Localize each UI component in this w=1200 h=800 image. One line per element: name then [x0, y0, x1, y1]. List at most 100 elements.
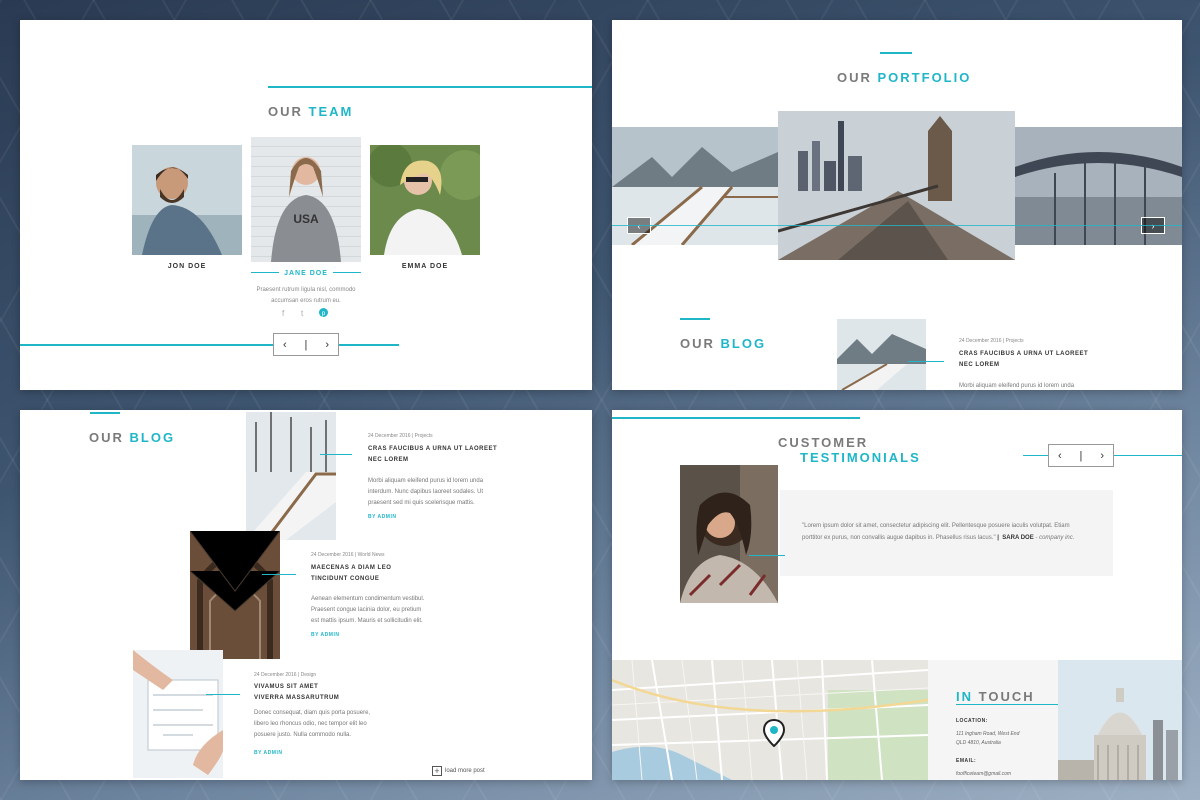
team-next-button[interactable]: ›: [325, 339, 329, 351]
blog-title-a: OUR: [89, 430, 124, 445]
member-photo: [368, 143, 490, 255]
post-3-title[interactable]: VIVAMUS SIT AMET VIVERRA MASSARUTRUM: [254, 682, 339, 704]
post-3-text-2: libero leo rhoncus odio, nec tempor elit…: [254, 721, 367, 727]
blog-preview-image[interactable]: [837, 319, 926, 390]
team-title: OUR TEAM: [268, 104, 353, 119]
post-1-title-line-2: NEC LOREM: [368, 457, 409, 463]
email-label: EMAIL:: [956, 758, 977, 764]
post-3-title-line-1: VIVAMUS SIT AMET: [254, 684, 319, 690]
post-2-author-link[interactable]: BY ADMIN: [311, 632, 339, 638]
team-title-b: TEAM: [308, 104, 354, 119]
blog-preview-title-b: BLOG: [720, 336, 767, 351]
post-1-title-line-1: CRAS FAUCIBUS A URNA UT LAOREET: [368, 446, 498, 452]
title-accent-line: [612, 417, 860, 419]
blog-panel: OUR BLOG 24 December 2016 | Projects CRA…: [20, 410, 592, 780]
team-member-2[interactable]: USA: [251, 137, 361, 262]
portfolio-accent-line: [612, 225, 1182, 226]
team-member-1[interactable]: [132, 145, 242, 255]
member-name-3: EMMA DOE: [401, 263, 449, 270]
blog-title-b: BLOG: [129, 430, 176, 445]
pager-line-right: [1114, 455, 1182, 456]
contact-title-a: IN: [956, 689, 973, 704]
post-1-excerpt: Morbi aliquam eleifend purus id lorem un…: [368, 476, 483, 509]
team-member-3[interactable]: [368, 143, 490, 255]
post-3-text-3: posuere justo. Nulla commodo nulla.: [254, 732, 352, 738]
blog-post-1-image[interactable]: [246, 412, 336, 540]
testimonials-next-button[interactable]: ›: [1100, 450, 1104, 462]
map[interactable]: [612, 659, 929, 780]
testimonials-pager: ‹ | ›: [1048, 444, 1114, 467]
quote-accent-line: [749, 555, 785, 556]
blog-preview-line: [908, 361, 944, 362]
portfolio-title-a: OUR: [837, 70, 872, 85]
bio-line-1: Praesent rutrum ligula nisl, commodo: [256, 287, 356, 293]
post-2-title-line-1: MAECENAS A DIAM LEO: [311, 565, 392, 571]
pager-line-left: [1023, 455, 1048, 456]
svg-text:p: p: [322, 310, 326, 317]
title-accent-line: [268, 86, 592, 88]
member-bio: Praesent rutrum ligula nisl, commodo acc…: [241, 285, 371, 307]
pager-line-left: [20, 344, 273, 346]
blog-preview-excerpt: Morbi aliquam eleifend purus id lorem un…: [959, 383, 1075, 389]
post-1-author-link[interactable]: BY ADMIN: [368, 514, 396, 520]
post-1-line: [320, 454, 352, 455]
post-title-line-2: NEC LOREM: [959, 362, 1000, 368]
blog-preview-post-title[interactable]: CRAS FAUCIBUS A URNA UT LAOREET NEC LORE…: [959, 349, 1088, 371]
post-3-meta: 24 December 2016 | Design: [254, 672, 317, 678]
portfolio-panel: OUR PORTFOLIO ‹ › OUR BLOG: [612, 20, 1182, 390]
load-more-label: load more post: [445, 768, 485, 774]
load-more-button[interactable]: + load more post: [432, 766, 485, 776]
pager-separator: |: [1079, 449, 1083, 462]
blog-title: OUR BLOG: [89, 430, 175, 445]
pager-separator: |: [304, 338, 308, 351]
location-label: LOCATION:: [956, 718, 988, 724]
post-2-excerpt: Aenean elementum condimentum vestibul. P…: [311, 594, 424, 627]
post-2-text-1: Aenean elementum condimentum vestibul.: [311, 596, 425, 602]
portfolio-title-b: PORTFOLIO: [877, 70, 972, 85]
portfolio-image-brooklyn-bridge[interactable]: [778, 111, 1015, 260]
post-3-author-link[interactable]: BY ADMIN: [254, 750, 282, 756]
location-line-2: QLD 4810, Australia: [956, 740, 1001, 746]
email-value[interactable]: foofficeteam@gmail.com: [956, 770, 1011, 779]
contact-image-cathedral: [1058, 660, 1182, 780]
title-accent-line: [880, 52, 912, 54]
quote-line-2: porttitor ex purus, non convallis augue …: [802, 535, 996, 541]
post-3-line: [206, 694, 240, 695]
contact-title-b: TOUCH: [978, 689, 1035, 704]
team-prev-button[interactable]: ‹: [283, 339, 287, 351]
testimonials-prev-button[interactable]: ‹: [1058, 450, 1062, 462]
twitter-icon[interactable]: t: [301, 309, 303, 318]
quote-line-1: "Lorem ipsum dolor sit amet, consectetur…: [802, 523, 1070, 529]
member-name-1: JON DOE: [167, 263, 207, 270]
blog-post-2-image[interactable]: [190, 531, 280, 659]
bio-line-2: accumsan eros rutrum eu.: [271, 298, 341, 304]
testimonials-title-line-1: CUSTOMER: [778, 435, 869, 450]
post-2-line: [262, 574, 296, 575]
team-pager: ‹ | ›: [273, 333, 339, 356]
quote-company: - company inc.: [1035, 535, 1075, 541]
location-line-1: 111 Ingham Road, West End: [956, 731, 1020, 737]
blog-post-3-image[interactable]: [133, 650, 223, 778]
pager-line-right: [339, 344, 399, 346]
facebook-icon[interactable]: f: [282, 309, 284, 318]
post-title-line-1: CRAS FAUCIBUS A URNA UT LAOREET: [959, 351, 1089, 357]
post-2-title[interactable]: MAECENAS A DIAM LEO TINCIDUNT CONGUE: [311, 563, 391, 585]
testimonials-title: CUSTOMER TESTIMONIALS: [778, 435, 921, 465]
testimonial-photo: [680, 465, 778, 603]
post-2-text-3: est mattis ipsum. Mauris et sollicitudin…: [311, 618, 423, 624]
pinterest-icon[interactable]: p: [319, 308, 328, 319]
plus-icon: +: [432, 766, 442, 776]
post-1-text-2: interdum. Nunc dapibus laoreet sodales. …: [368, 489, 484, 495]
post-1-title[interactable]: CRAS FAUCIBUS A URNA UT LAOREET NEC LORE…: [368, 444, 497, 466]
blog-preview-meta: 24 December 2016 | Projects: [959, 338, 1024, 344]
testimonial-quote: "Lorem ipsum dolor sit amet, consectetur…: [802, 520, 1102, 544]
map-pin-icon[interactable]: [763, 719, 785, 747]
contact-box: [928, 660, 1058, 780]
team-panel: OUR TEAM USA JON DOE JANE DOE EMMA DOE P…: [20, 20, 592, 390]
testimonials-title-line-2: TESTIMONIALS: [800, 450, 921, 465]
post-1-text-3: praesent sed mi quis scelerisque mattis.: [368, 500, 475, 506]
member-photo: [132, 145, 242, 255]
svg-text:USA: USA: [293, 212, 319, 226]
portfolio-title: OUR PORTFOLIO: [837, 70, 971, 85]
post-2-text-2: Praesent congue lacinia dolor, eu pretiu…: [311, 607, 422, 613]
